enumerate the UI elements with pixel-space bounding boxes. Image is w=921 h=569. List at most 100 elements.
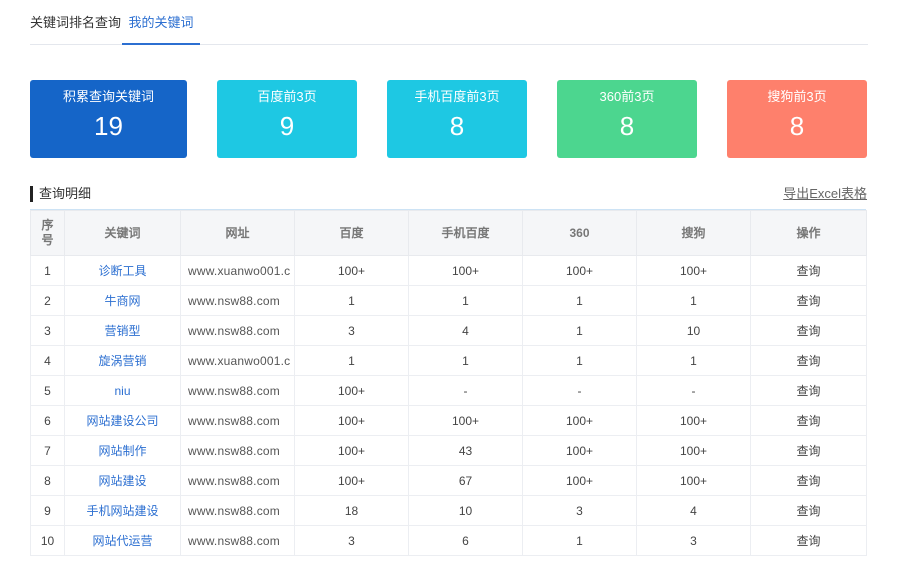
stat-value: 8 (789, 111, 805, 141)
mobile-baidu-rank: - (408, 375, 523, 406)
table-row: 7 网站制作 www.nsw88.com 100+ 43 100+ 100+ 查询 (30, 435, 867, 466)
url-cell: www.nsw88.com (180, 285, 295, 316)
export-excel-link[interactable]: 导出Excel表格 (783, 186, 867, 202)
url-cell: www.nsw88.com (180, 495, 295, 526)
query-button[interactable]: 查询 (750, 345, 867, 376)
header-mobile-baidu: 手机百度 (408, 210, 523, 256)
keyword-link[interactable]: niu (64, 375, 181, 406)
query-button[interactable]: 查询 (750, 465, 867, 496)
row-number: 7 (30, 435, 65, 466)
header-url: 网址 (180, 210, 295, 256)
row-number: 2 (30, 285, 65, 316)
rank-360: 100+ (522, 435, 637, 466)
sogou-rank: 1 (636, 345, 751, 376)
baidu-rank: 100+ (294, 375, 409, 406)
sogou-rank: 4 (636, 495, 751, 526)
tab-keyword-rank-query[interactable]: 关键词排名查询 (30, 0, 121, 44)
mobile-baidu-rank: 100+ (408, 255, 523, 286)
stat-label: 百度前3页 (257, 89, 317, 104)
baidu-rank: 1 (294, 345, 409, 376)
keyword-link[interactable]: 网站建设 (64, 465, 181, 496)
query-button[interactable]: 查询 (750, 315, 867, 346)
header-seq: 序号 (30, 210, 65, 256)
rank-360: 1 (522, 525, 637, 556)
keyword-link[interactable]: 牛商网 (64, 285, 181, 316)
rank-360: 100+ (522, 255, 637, 286)
mobile-baidu-rank: 1 (408, 285, 523, 316)
sogou-rank: - (636, 375, 751, 406)
row-number: 4 (30, 345, 65, 376)
stat-card-total-keywords: 积累查询关键词 19 (30, 80, 187, 158)
stat-card-baidu-top3: 百度前3页 9 (217, 80, 357, 158)
tab-my-keywords[interactable]: 我的关键词 (122, 0, 200, 45)
sogou-rank: 100+ (636, 435, 751, 466)
mobile-baidu-rank: 43 (408, 435, 523, 466)
stats-cards: 积累查询关键词 19 百度前3页 9 手机百度前3页 8 360前3页 8 搜狗… (0, 80, 921, 158)
table-row: 10 网站代运营 www.nsw88.com 3 6 1 3 查询 (30, 525, 867, 556)
baidu-rank: 1 (294, 285, 409, 316)
table-row: 9 手机网站建设 www.nsw88.com 18 10 3 4 查询 (30, 495, 867, 526)
rank-360: 3 (522, 495, 637, 526)
table-row: 5 niu www.nsw88.com 100+ - - - 查询 (30, 375, 867, 406)
section-title: 查询明细 (30, 186, 91, 202)
stat-label: 360前3页 (599, 89, 655, 104)
query-button[interactable]: 查询 (750, 255, 867, 286)
table-row: 6 网站建设公司 www.nsw88.com 100+ 100+ 100+ 100+ 查询 (30, 405, 867, 436)
keyword-link[interactable]: 网站建设公司 (64, 405, 181, 436)
keyword-link[interactable]: 网站代运营 (64, 525, 181, 556)
header-360: 360 (522, 210, 637, 256)
rank-360: 1 (522, 345, 637, 376)
query-button[interactable]: 查询 (750, 285, 867, 316)
mobile-baidu-rank: 67 (408, 465, 523, 496)
header-baidu: 百度 (294, 210, 409, 256)
sogou-rank: 100+ (636, 405, 751, 436)
url-cell: www.nsw88.com (180, 375, 295, 406)
baidu-rank: 100+ (294, 405, 409, 436)
header-sogou: 搜狗 (636, 210, 751, 256)
table-row: 3 营销型 www.nsw88.com 3 4 1 10 查询 (30, 315, 867, 346)
rank-360: - (522, 375, 637, 406)
mobile-baidu-rank: 4 (408, 315, 523, 346)
baidu-rank: 3 (294, 525, 409, 556)
stat-label: 手机百度前3页 (414, 89, 500, 104)
url-cell: www.nsw88.com (180, 465, 295, 496)
stat-value: 9 (279, 111, 295, 141)
keyword-link[interactable]: 手机网站建设 (64, 495, 181, 526)
tab-bar: 关键词排名查询 我的关键词 (30, 0, 868, 45)
sogou-rank: 100+ (636, 465, 751, 496)
baidu-rank: 18 (294, 495, 409, 526)
results-table: 序号 关键词 网址 百度 手机百度 360 搜狗 操作 1 诊断工具 www.xua… (30, 210, 867, 556)
mobile-baidu-rank: 100+ (408, 405, 523, 436)
rank-360: 100+ (522, 405, 637, 436)
keyword-link[interactable]: 诊断工具 (64, 255, 181, 286)
row-number: 8 (30, 465, 65, 496)
query-button[interactable]: 查询 (750, 495, 867, 526)
query-button[interactable]: 查询 (750, 405, 867, 436)
stat-value: 19 (94, 111, 123, 141)
query-button[interactable]: 查询 (750, 525, 867, 556)
query-button[interactable]: 查询 (750, 375, 867, 406)
header-seq-label: 序号 (41, 218, 54, 247)
header-action: 操作 (750, 210, 867, 256)
baidu-rank: 100+ (294, 255, 409, 286)
query-button[interactable]: 查询 (750, 435, 867, 466)
keyword-link[interactable]: 网站制作 (64, 435, 181, 466)
keyword-link[interactable]: 旋涡营销 (64, 345, 181, 376)
stat-value: 8 (619, 111, 635, 141)
stat-label: 搜狗前3页 (767, 89, 827, 104)
row-number: 5 (30, 375, 65, 406)
sogou-rank: 10 (636, 315, 751, 346)
stat-label: 积累查询关键词 (62, 89, 154, 104)
url-cell: www.xuanwo001.c (180, 255, 295, 286)
baidu-rank: 100+ (294, 465, 409, 496)
mobile-baidu-rank: 10 (408, 495, 523, 526)
mobile-baidu-rank: 6 (408, 525, 523, 556)
url-cell: www.nsw88.com (180, 405, 295, 436)
baidu-rank: 100+ (294, 435, 409, 466)
keyword-link[interactable]: 营销型 (64, 315, 181, 346)
sogou-rank: 1 (636, 285, 751, 316)
stat-value: 8 (449, 111, 465, 141)
row-number: 6 (30, 405, 65, 436)
baidu-rank: 3 (294, 315, 409, 346)
url-cell: www.nsw88.com (180, 525, 295, 556)
